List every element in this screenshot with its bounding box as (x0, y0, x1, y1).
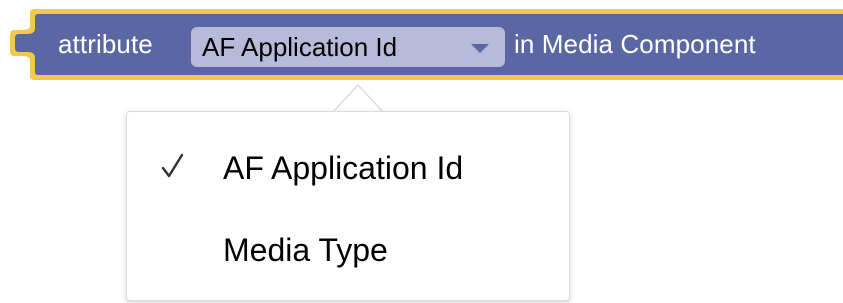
menu-item-label: Media Type (223, 232, 388, 268)
menu-item-media-type[interactable]: Media Type (127, 220, 569, 280)
dropdown-pointer (333, 83, 383, 113)
block-label-in-media-component: in Media Component (514, 29, 756, 59)
dropdown-menu: AF Application Id Media Type (126, 111, 570, 301)
attribute-block[interactable]: attribute AF Application Id in Media Com… (0, 0, 843, 82)
workspace-canvas: attribute AF Application Id in Media Com… (0, 0, 843, 303)
attribute-dropdown-field[interactable]: AF Application Id (191, 27, 505, 67)
checkmark-icon (161, 153, 184, 178)
attribute-dropdown-value: AF Application Id (202, 32, 398, 62)
menu-item-af-application-id[interactable]: AF Application Id (127, 138, 569, 198)
chevron-down-icon (471, 44, 489, 53)
block-label-attribute: attribute (58, 29, 153, 59)
menu-item-label: AF Application Id (223, 150, 464, 186)
